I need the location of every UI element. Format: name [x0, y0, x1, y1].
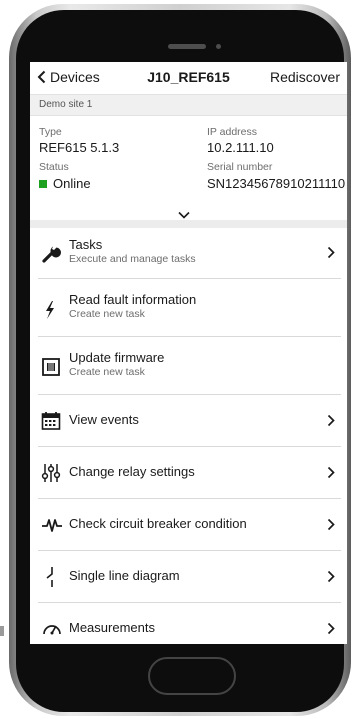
- chevron-right-icon: [327, 466, 335, 484]
- menu-item-update-firmware[interactable]: Update firmware Create new task: [38, 337, 341, 395]
- side-button: [0, 626, 4, 636]
- single-line-icon: [41, 566, 61, 593]
- chip-icon: [41, 357, 61, 382]
- waveform-icon: [41, 516, 63, 539]
- menu-item-change-relay-settings[interactable]: Change relay settings: [38, 447, 341, 499]
- menu-item-title: Measurements: [69, 620, 155, 635]
- navigation-bar: Devices J10_REF615 Rediscover: [30, 62, 347, 94]
- menu-item-title: Update firmware: [69, 350, 165, 365]
- menu-item-title: Read fault information: [69, 292, 197, 307]
- site-name: Demo site 1: [30, 94, 347, 116]
- chevron-right-icon: [327, 570, 335, 588]
- gauge-icon: [41, 619, 63, 642]
- front-camera: [216, 44, 221, 49]
- chevron-down-icon: [178, 211, 190, 219]
- menu-item-title: View events: [69, 412, 139, 427]
- chevron-right-icon: [327, 622, 335, 640]
- menu-item-single-line-diagram[interactable]: Single line diagram: [38, 551, 341, 603]
- menu-item-check-circuit-breaker[interactable]: Check circuit breaker condition: [38, 499, 341, 551]
- menu-item-title: Check circuit breaker condition: [69, 516, 247, 531]
- chevron-right-icon: [327, 246, 335, 264]
- sliders-icon: [41, 463, 61, 488]
- type-value: REF615 5.1.3: [39, 140, 120, 155]
- home-button[interactable]: [148, 657, 236, 695]
- rediscover-button[interactable]: Rediscover: [270, 69, 340, 85]
- menu-item-measurements[interactable]: Measurements: [38, 603, 341, 644]
- menu-item-subtitle: Create new task: [69, 308, 145, 320]
- ip-label: IP address: [207, 126, 258, 138]
- task-menu: Tasks Execute and manage tasks Read faul…: [30, 228, 347, 644]
- chevron-right-icon: [327, 414, 335, 432]
- speaker-grille: [168, 44, 206, 49]
- serial-value: SN12345678910211110: [207, 176, 346, 191]
- type-label: Type: [39, 126, 62, 138]
- menu-item-tasks[interactable]: Tasks Execute and manage tasks: [38, 228, 341, 279]
- calendar-icon: [41, 411, 61, 436]
- status-value: Online: [39, 176, 91, 191]
- wrench-icon: [41, 244, 61, 269]
- serial-label: Serial number: [207, 161, 273, 173]
- app-screen: Devices J10_REF615 Rediscover Demo site …: [30, 62, 347, 644]
- menu-item-title: Tasks: [69, 237, 103, 252]
- ip-value: 10.2.111.10: [207, 140, 274, 155]
- status-label: Status: [39, 161, 69, 173]
- menu-item-view-events[interactable]: View events: [38, 395, 341, 447]
- menu-item-title: Single line diagram: [69, 568, 180, 583]
- menu-item-read-fault[interactable]: Read fault information Create new task: [38, 279, 341, 337]
- menu-item-title: Change relay settings: [69, 464, 195, 479]
- expand-button[interactable]: [178, 206, 190, 224]
- status-text: Online: [53, 176, 91, 191]
- chevron-right-icon: [327, 518, 335, 536]
- online-status-icon: [39, 179, 47, 188]
- menu-item-subtitle: Create new task: [69, 366, 145, 378]
- menu-item-subtitle: Execute and manage tasks: [69, 253, 196, 265]
- lightning-icon: [41, 300, 59, 325]
- device-info-panel: Type REF615 5.1.3 IP address 10.2.111.10…: [30, 116, 347, 220]
